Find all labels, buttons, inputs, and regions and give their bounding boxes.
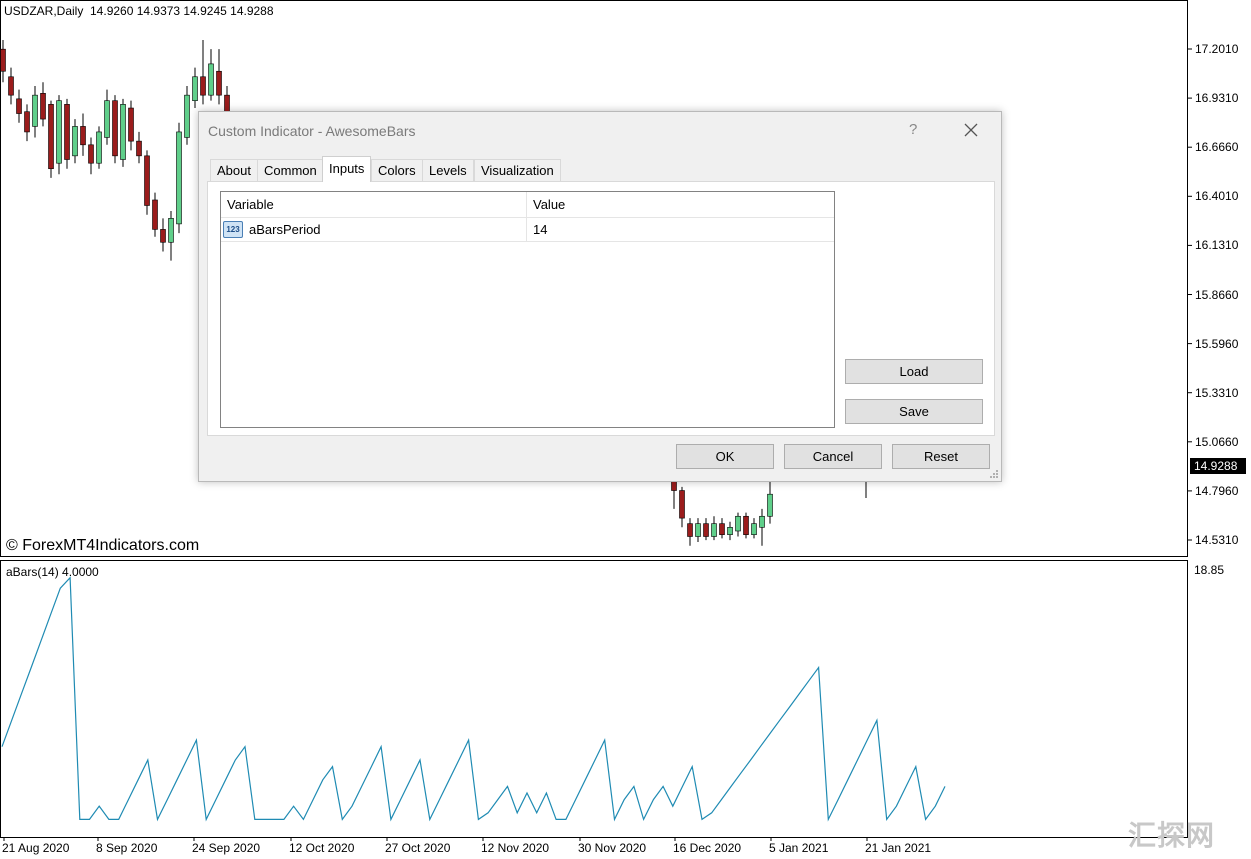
price-tick-label: 17.2010: [1195, 42, 1239, 56]
candle-body: [208, 63, 214, 96]
candle-body: [128, 107, 134, 142]
price-tick-label: 16.1310: [1195, 238, 1239, 253]
dialog-title: Custom Indicator - AwesomeBars: [208, 123, 416, 139]
price-tick-label: 16.9310: [1195, 91, 1239, 106]
candle-body: [152, 199, 158, 230]
indicator-max-label: 18.85: [1194, 563, 1225, 577]
table-row-value[interactable]: 14: [527, 218, 834, 242]
date-tick-label: 27 Oct 2020: [385, 841, 451, 855]
candle-body: [695, 523, 701, 537]
tab-levels[interactable]: Levels: [422, 159, 474, 181]
date-tick-label: 21 Jan 2021: [865, 841, 932, 855]
candle-body: [160, 229, 166, 243]
tab-inputs[interactable]: Inputs: [322, 156, 372, 182]
candle-body: [767, 493, 773, 517]
candle-body: [48, 104, 54, 170]
column-header-variable[interactable]: Variable: [221, 192, 527, 218]
date-tick-label: 5 Jan 2021: [769, 841, 829, 855]
candle-body: [32, 94, 38, 127]
tab-visualization[interactable]: Visualization: [474, 159, 561, 181]
close-button[interactable]: [961, 120, 981, 140]
resize-grip-icon[interactable]: [989, 469, 999, 479]
integer-type-icon: 123: [223, 221, 243, 238]
price-tick-label: 15.8660: [1195, 287, 1239, 302]
date-tick-label: 30 Nov 2020: [578, 841, 647, 855]
candle-body: [192, 76, 198, 101]
candle-body: [24, 111, 30, 133]
candle-body: [0, 48, 6, 72]
date-tick-label: 16 Dec 2020: [673, 841, 742, 855]
indicator-label: aBars(14) 4.0000: [6, 565, 99, 579]
candle-body: [104, 100, 110, 138]
candle-body: [719, 523, 725, 535]
candle-body: [759, 515, 765, 528]
candle-body: [120, 104, 126, 160]
candle-body: [64, 104, 70, 160]
price-tick-label: 15.3310: [1195, 385, 1239, 400]
candle-body: [687, 523, 693, 537]
candle-body: [727, 527, 733, 535]
price-tick-label: 14.7960: [1195, 483, 1239, 498]
cancel-button[interactable]: Cancel: [784, 444, 882, 469]
date-tick-label: 12 Nov 2020: [481, 841, 550, 855]
custom-indicator-dialog: Custom Indicator - AwesomeBars ? About C…: [198, 111, 1002, 482]
date-tick-label: 8 Sep 2020: [96, 841, 158, 855]
date-tick-label: 12 Oct 2020: [289, 841, 355, 855]
candle-body: [8, 76, 14, 96]
tab-about[interactable]: About: [210, 159, 258, 181]
column-header-value[interactable]: Value: [527, 192, 834, 218]
candle-body: [703, 523, 709, 537]
price-tick-label: 15.5960: [1195, 336, 1239, 351]
reset-button[interactable]: Reset: [892, 444, 990, 469]
save-button[interactable]: Save: [845, 399, 983, 424]
symbol-ohlc-info: USDZAR,Daily 14.9260 14.9373 14.9245 14.…: [4, 4, 274, 18]
current-price-badge: 14.9288: [1190, 458, 1246, 474]
candle-body: [136, 140, 142, 157]
candle-body: [751, 523, 757, 535]
candle-body: [16, 98, 22, 114]
ok-button[interactable]: OK: [676, 444, 774, 469]
inputs-panel: Variable Value 123 aBarsPeriod 14 Load S…: [207, 181, 995, 436]
candle-body: [216, 70, 222, 96]
help-button[interactable]: ?: [909, 121, 917, 138]
table-row-variable[interactable]: 123 aBarsPeriod: [221, 218, 527, 242]
price-tick-label: 16.4010: [1195, 189, 1239, 204]
watermark-text: © ForexMT4Indicators.com: [6, 537, 200, 554]
candle-body: [743, 515, 749, 535]
candle-body: [168, 218, 174, 243]
candle-body: [184, 94, 190, 138]
tab-common[interactable]: Common: [257, 159, 324, 181]
candle-body: [88, 144, 94, 164]
close-icon: [964, 123, 978, 137]
candle-body: [711, 523, 717, 537]
date-tick-label: 21 Aug 2020: [2, 841, 70, 855]
price-tick-label: 16.6660: [1195, 140, 1239, 155]
candle-body: [112, 100, 118, 157]
inputs-grid: Variable Value 123 aBarsPeriod 14: [220, 191, 835, 428]
candle-body: [679, 490, 685, 519]
abars-indicator-line: [1, 576, 946, 822]
candle-body: [56, 100, 62, 164]
candle-body: [72, 126, 78, 157]
candle-body: [96, 131, 102, 164]
candle-body: [80, 126, 86, 146]
candle-body: [735, 515, 741, 532]
candle-body: [176, 131, 182, 225]
candle-body: [671, 481, 677, 491]
candle-body: [40, 93, 46, 120]
variable-name: aBarsPeriod: [249, 222, 321, 237]
tab-colors[interactable]: Colors: [371, 159, 423, 181]
candle-body: [144, 155, 150, 206]
price-tick-label: 14.5310: [1195, 533, 1239, 547]
date-tick-label: 24 Sep 2020: [192, 841, 261, 855]
load-button[interactable]: Load: [845, 359, 983, 384]
price-tick-label: 15.0660: [1195, 434, 1239, 449]
candle-body: [200, 76, 206, 96]
brand-watermark: 汇探网: [1128, 820, 1216, 851]
